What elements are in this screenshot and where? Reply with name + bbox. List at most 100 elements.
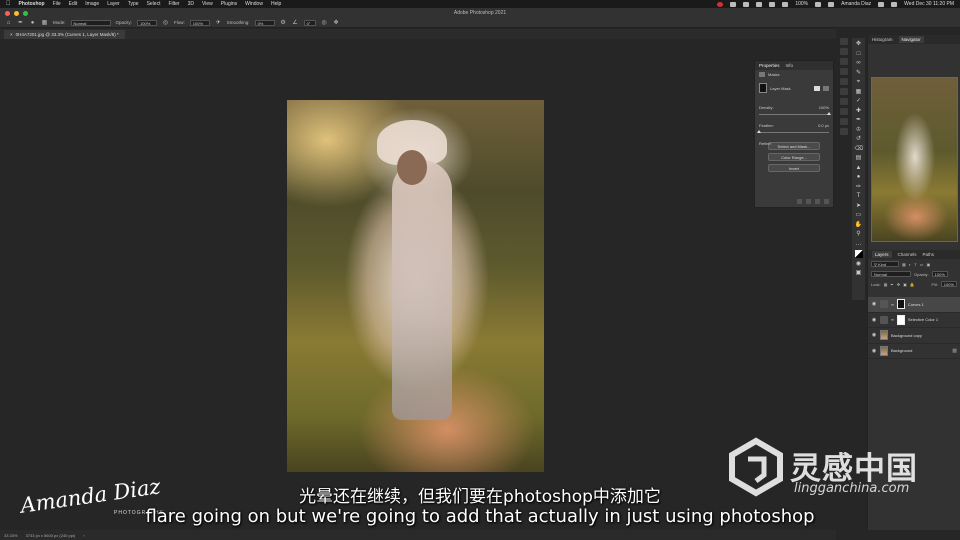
menu-app-name[interactable]: Photoshop bbox=[19, 1, 45, 7]
menu-filter[interactable]: Filter bbox=[168, 1, 179, 7]
zoom-window-button[interactable] bbox=[23, 10, 28, 16]
menu-user[interactable]: Amanda Diaz bbox=[841, 1, 871, 7]
menu-edit[interactable]: Edit bbox=[69, 1, 78, 7]
lock-paint-icon[interactable]: ✒ bbox=[890, 282, 893, 287]
pixel-mask-icon[interactable] bbox=[814, 85, 820, 91]
close-tab-icon[interactable]: × bbox=[10, 32, 13, 37]
tab-paths[interactable]: Paths bbox=[923, 252, 935, 257]
menu-select[interactable]: Select bbox=[147, 1, 161, 7]
healing-tool-icon[interactable]: ✚ bbox=[855, 108, 863, 115]
gear-icon[interactable]: ⚙ bbox=[280, 19, 287, 26]
eye-icon[interactable]: ◉ bbox=[871, 317, 877, 323]
layer-mask-thumbnail[interactable] bbox=[759, 83, 767, 93]
document-tab[interactable]: × 0H4A7201.jpg @ 33.3% (Curves 1, Layer … bbox=[4, 30, 125, 39]
shape-tool-icon[interactable]: ▭ bbox=[855, 212, 863, 219]
pressure-size-icon[interactable]: ◎ bbox=[321, 19, 328, 26]
blend-mode-select[interactable]: Normal bbox=[871, 271, 911, 277]
load-selection-icon[interactable] bbox=[797, 199, 802, 204]
cloud-icon[interactable] bbox=[730, 1, 737, 7]
minimize-window-button[interactable] bbox=[14, 10, 19, 16]
flow-field[interactable]: 100% bbox=[189, 19, 210, 26]
menu-type[interactable]: Type bbox=[128, 1, 139, 7]
screen-mode-icon[interactable]: ▣ bbox=[855, 270, 863, 277]
tab-properties[interactable]: Properties bbox=[759, 63, 780, 68]
toggle-mask-icon[interactable] bbox=[815, 199, 820, 204]
panel-info-icon[interactable] bbox=[840, 88, 848, 95]
brush-tool-icon[interactable]: ✒ bbox=[855, 117, 863, 124]
opacity-field[interactable]: 100% bbox=[137, 19, 158, 26]
eye-icon[interactable]: ◉ bbox=[871, 301, 877, 307]
density-slider-handle[interactable] bbox=[827, 112, 831, 115]
airbrush-icon[interactable]: ✈ bbox=[215, 19, 222, 26]
chain-link-icon[interactable]: ∞ bbox=[891, 317, 894, 322]
navigator-preview[interactable] bbox=[871, 77, 958, 242]
blur-tool-icon[interactable]: ▲ bbox=[855, 165, 863, 172]
path-select-tool-icon[interactable]: ➤ bbox=[855, 203, 863, 210]
navigator-view-box[interactable] bbox=[871, 77, 958, 242]
history-brush-tool-icon[interactable]: ↺ bbox=[855, 136, 863, 143]
tab-channels[interactable]: Channels bbox=[898, 252, 917, 257]
menu-view[interactable]: View bbox=[202, 1, 213, 7]
layer-thumbnail[interactable] bbox=[880, 345, 888, 356]
feather-slider[interactable] bbox=[757, 130, 829, 133]
layer-mask-thumbnail[interactable] bbox=[896, 299, 905, 310]
menu-clock[interactable]: Wed Dec 30 11:20 PM bbox=[904, 1, 954, 7]
eyedropper-tool-icon[interactable]: ✓ bbox=[855, 98, 863, 105]
panel-color-icon[interactable] bbox=[840, 98, 848, 105]
layer-opacity-field[interactable]: 100% bbox=[931, 271, 948, 277]
density-slider[interactable] bbox=[759, 112, 831, 115]
lock-icon[interactable]: ▩ bbox=[952, 348, 957, 354]
vector-mask-icon[interactable] bbox=[823, 85, 829, 91]
document-image[interactable] bbox=[287, 100, 544, 472]
status-zoom[interactable]: 33.33% bbox=[4, 533, 18, 538]
mail-icon[interactable] bbox=[756, 1, 763, 7]
layer-name[interactable]: Selective Color 1 bbox=[908, 317, 938, 322]
lock-all-icon[interactable]: 🔒 bbox=[910, 282, 915, 287]
move-tool-icon[interactable]: ✥ bbox=[855, 41, 863, 48]
marquee-tool-icon[interactable]: □ bbox=[855, 51, 863, 58]
lock-artboard-icon[interactable]: ▣ bbox=[903, 282, 907, 287]
smoothing-field[interactable]: 0% bbox=[254, 19, 275, 26]
tab-layers[interactable]: Layers bbox=[872, 251, 892, 258]
brush-tool-icon[interactable]: ✒ bbox=[17, 19, 24, 26]
feather-value[interactable]: 0.0 px bbox=[818, 123, 829, 128]
menu-window[interactable]: Window bbox=[245, 1, 263, 7]
gradient-tool-icon[interactable]: ▤ bbox=[855, 155, 863, 162]
quick-select-tool-icon[interactable]: ✎ bbox=[855, 70, 863, 77]
panel-libraries-icon[interactable] bbox=[840, 118, 848, 125]
pressure-opacity-icon[interactable]: ◎ bbox=[162, 19, 169, 26]
filter-smart-icon[interactable]: ▣ bbox=[926, 262, 930, 267]
delete-mask-icon[interactable] bbox=[824, 199, 829, 204]
feather-slider-handle[interactable] bbox=[757, 130, 761, 133]
apple-icon[interactable]:  bbox=[6, 1, 11, 7]
invert-button[interactable]: Invert bbox=[768, 164, 820, 172]
brush-settings-icon[interactable]: ▦ bbox=[41, 19, 48, 26]
tab-info[interactable]: Info bbox=[786, 63, 794, 68]
layer-row-curves[interactable]: ◉ ∞ Curves 1 bbox=[868, 297, 960, 313]
symmetry-icon[interactable]: ❖ bbox=[333, 19, 340, 26]
panel-brush-icon[interactable] bbox=[840, 38, 848, 45]
eye-icon[interactable]: ◉ bbox=[871, 332, 877, 338]
panel-history-icon[interactable] bbox=[840, 58, 848, 65]
lasso-tool-icon[interactable]: ∞ bbox=[855, 60, 863, 67]
filter-pixel-icon[interactable]: ▦ bbox=[902, 262, 906, 267]
apply-mask-icon[interactable] bbox=[806, 199, 811, 204]
clone-stamp-tool-icon[interactable]: ♔ bbox=[855, 127, 863, 134]
bluetooth-icon[interactable] bbox=[782, 1, 789, 7]
close-window-button[interactable] bbox=[5, 10, 10, 16]
record-icon[interactable] bbox=[717, 1, 724, 7]
layer-mask-thumbnail[interactable] bbox=[896, 314, 905, 325]
dropbox-icon[interactable] bbox=[743, 1, 750, 7]
layer-thumbnail[interactable] bbox=[880, 330, 888, 341]
hand-tool-icon[interactable]: ✋ bbox=[855, 222, 863, 229]
type-tool-icon[interactable]: T bbox=[855, 193, 863, 200]
tab-navigator[interactable]: Navigator bbox=[898, 36, 924, 43]
eraser-tool-icon[interactable]: ⌫ bbox=[855, 146, 863, 153]
dodge-tool-icon[interactable]: ● bbox=[855, 174, 863, 181]
filter-adjustment-icon[interactable]: ◐ bbox=[909, 262, 911, 267]
panel-patterns-icon[interactable] bbox=[840, 128, 848, 135]
tab-histogram[interactable]: Histogram bbox=[872, 37, 893, 42]
volume-icon[interactable] bbox=[769, 1, 776, 7]
menu-plugins[interactable]: Plugins bbox=[221, 1, 237, 7]
pen-tool-icon[interactable]: ✑ bbox=[855, 184, 863, 191]
